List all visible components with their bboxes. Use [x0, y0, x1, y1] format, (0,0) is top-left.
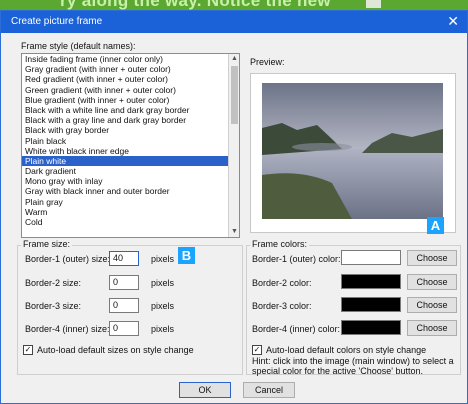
border4-color-swatch [341, 320, 401, 335]
list-item[interactable]: Green gradient (with inner + outer color… [22, 85, 239, 95]
border2-size-input[interactable]: 0 [109, 275, 139, 290]
list-item[interactable]: Dark gradient [22, 166, 239, 176]
border4-size-input[interactable]: 0 [109, 321, 139, 336]
border1-choose-button[interactable]: Choose [407, 250, 457, 266]
border3-color-swatch [341, 297, 401, 312]
border2-unit: pixels [151, 278, 175, 288]
ok-button[interactable]: OK [179, 382, 231, 398]
border3-unit: pixels [151, 301, 175, 311]
list-items: Inside fading frame (inner color only) Gr… [22, 54, 239, 227]
border3-choose-button[interactable]: Choose [407, 297, 457, 313]
border1-size-input[interactable]: 40 [109, 251, 139, 266]
annotation-badge-b: B [178, 247, 195, 264]
border1-color-swatch [341, 250, 401, 265]
border2-size-label: Border-2 size: [25, 278, 82, 288]
border1-unit: pixels [151, 254, 175, 264]
hint-text: Hint: click into the image (main window)… [252, 356, 454, 376]
scroll-down-icon[interactable]: ▼ [229, 227, 239, 237]
scroll-thumb[interactable] [231, 66, 238, 124]
banner-box [366, 0, 381, 8]
list-item[interactable]: Cold [22, 217, 239, 227]
autoload-sizes-label: Auto-load default sizes on style change [37, 345, 194, 355]
scroll-up-icon[interactable]: ▲ [229, 54, 239, 64]
preview-photo[interactable] [262, 83, 443, 219]
dialog-title: Create picture frame [11, 16, 103, 27]
list-item[interactable]: Gray with black inner and outer border [22, 186, 239, 196]
frame-colors-label: Frame colors: [250, 239, 310, 249]
border3-size-label: Border-3 size: [25, 301, 82, 311]
preview-label: Preview: [250, 57, 285, 67]
create-picture-frame-dialog: Create picture frame ✕ Frame style (defa… [0, 10, 468, 404]
border2-choose-button[interactable]: Choose [407, 274, 457, 290]
list-item[interactable]: Plain white [22, 155, 239, 167]
border2-color-label: Border-2 color: [252, 278, 312, 288]
autoload-colors-label: Auto-load default colors on style change [266, 345, 427, 355]
border4-color-label: Border-4 (inner) color: [252, 324, 341, 334]
list-item[interactable]: Black with gray border [22, 125, 239, 135]
list-item[interactable]: Red gradient (with inner + outer color) [22, 74, 239, 84]
list-item[interactable]: Plain black [22, 136, 239, 146]
frame-size-label: Frame size: [21, 239, 73, 249]
list-item[interactable]: Black with a white line and dark gray bo… [22, 105, 239, 115]
border2-color-swatch [341, 274, 401, 289]
border4-unit: pixels [151, 324, 175, 334]
border4-size-label: Border-4 (inner) size: [25, 324, 110, 334]
border1-size-label: Border-1 (outer) size: [25, 254, 111, 264]
titlebar: Create picture frame ✕ [1, 11, 467, 33]
border3-size-input[interactable]: 0 [109, 298, 139, 313]
autoload-colors-checkbox[interactable]: ✓ [252, 345, 262, 355]
list-item[interactable]: Gray gradient (with inner + outer color) [22, 64, 239, 74]
cancel-button[interactable]: Cancel [243, 382, 295, 398]
annotation-badge-a: A [427, 217, 444, 234]
list-item[interactable]: Plain gray [22, 197, 239, 207]
list-item[interactable]: Inside fading frame (inner color only) [22, 54, 239, 64]
autoload-sizes-checkbox[interactable]: ✓ [23, 345, 33, 355]
border3-color-label: Border-3 color: [252, 301, 312, 311]
list-item[interactable]: White with black inner edge [22, 146, 239, 156]
border1-color-label: Border-1 (outer) color: [252, 254, 341, 264]
list-item[interactable]: Black with a gray line and dark gray bor… [22, 115, 239, 125]
border4-choose-button[interactable]: Choose [407, 320, 457, 336]
close-icon[interactable]: ✕ [447, 13, 459, 30]
frame-style-list[interactable]: Inside fading frame (inner color only) Gr… [21, 53, 240, 238]
list-item[interactable]: Warm [22, 207, 239, 217]
list-item[interactable]: Mono gray with inlay [22, 176, 239, 186]
list-item[interactable]: Blue gradient (with inner + outer color) [22, 95, 239, 105]
background-banner: ry along the way. Notice the new [0, 0, 468, 10]
frame-style-label: Frame style (default names): [21, 41, 136, 51]
list-scrollbar[interactable]: ▲ ▼ [228, 54, 239, 237]
